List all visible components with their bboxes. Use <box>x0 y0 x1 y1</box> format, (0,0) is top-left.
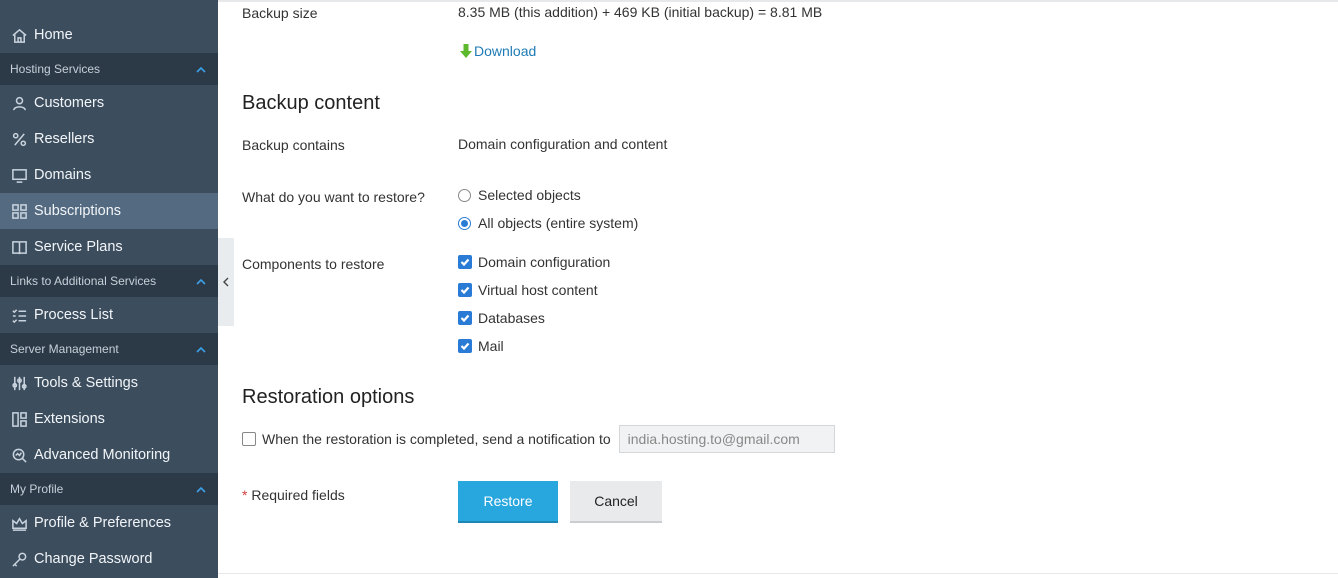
sidebar-item-label: Advanced Monitoring <box>34 447 171 463</box>
sidebar-item-label: Profile & Preferences <box>34 515 172 531</box>
sidebar-item-label: Subscriptions <box>34 203 122 219</box>
components-label: Components to restore <box>242 256 385 272</box>
sidebar-item-change-password[interactable]: Change Password <box>0 541 218 577</box>
group-label: My Profile <box>10 482 64 496</box>
backup-contains-label: Backup contains <box>242 137 345 153</box>
notify-email-field[interactable] <box>618 425 835 453</box>
required-fields-note: * Required fields <box>242 487 345 503</box>
sidebar-item-tools-settings[interactable]: Tools & Settings <box>0 365 218 401</box>
checkbox-virtual-host-content[interactable]: Virtual host content <box>458 282 598 298</box>
checkbox-mail[interactable]: Mail <box>458 338 504 354</box>
checkbox-domain-configuration[interactable]: Domain configuration <box>458 254 610 270</box>
percent-icon <box>10 130 28 148</box>
sidebar-item-customers[interactable]: Customers <box>0 85 218 121</box>
sidebar-item-home[interactable]: Home <box>0 17 218 53</box>
sidebar-group-hosting-services[interactable]: Hosting Services <box>0 53 218 85</box>
radio-button[interactable] <box>458 216 471 230</box>
backup-size-value: 8.35 MB (this addition) + 469 KB (initia… <box>458 4 823 20</box>
checkbox-label: Databases <box>478 310 545 326</box>
notify-label: When the restoration is completed, send … <box>262 431 611 447</box>
sidebar-item-service-plans[interactable]: Service Plans <box>0 229 218 265</box>
restoration-options-heading: Restoration options <box>242 386 415 408</box>
bottom-divider <box>218 573 1338 574</box>
chevron-up-icon <box>196 484 206 494</box>
sidebar-group-my-profile[interactable]: My Profile <box>0 473 218 505</box>
checkmark-icon <box>460 286 470 295</box>
sidebar-item-domains[interactable]: Domains <box>0 157 218 193</box>
grid-icon <box>10 202 28 220</box>
backup-size-label: Backup size <box>242 5 318 21</box>
checkmark-icon <box>460 342 470 351</box>
radio-label: Selected objects <box>478 187 581 203</box>
required-text: Required fields <box>247 487 345 503</box>
restore-question-label: What do you want to restore? <box>242 189 425 205</box>
extensions-icon <box>10 410 28 428</box>
sidebar-top-spacer <box>0 0 218 17</box>
download-arrow-icon <box>460 44 472 58</box>
sidebar-collapse-handle[interactable] <box>218 238 234 326</box>
checkbox-label: Virtual host content <box>478 282 598 298</box>
cancel-button[interactable]: Cancel <box>570 481 662 521</box>
book-icon <box>10 238 28 256</box>
crown-icon <box>10 514 28 532</box>
sidebar-item-label: Change Password <box>34 551 153 567</box>
sidebar: Home Hosting Services Customers Reseller… <box>0 0 218 578</box>
sidebar-group-server-management[interactable]: Server Management <box>0 333 218 365</box>
download-label: Download <box>474 43 537 59</box>
checkbox[interactable] <box>458 255 472 269</box>
sliders-icon <box>10 374 28 392</box>
sidebar-item-label: Domains <box>34 167 92 183</box>
sidebar-item-label: Tools & Settings <box>34 375 138 391</box>
sidebar-item-profile-preferences[interactable]: Profile & Preferences <box>0 505 218 541</box>
checkbox[interactable] <box>458 311 472 325</box>
top-divider <box>218 0 1338 2</box>
sidebar-item-extensions[interactable]: Extensions <box>0 401 218 437</box>
sidebar-item-label: Service Plans <box>34 239 123 255</box>
checklist-icon <box>10 306 28 324</box>
key-icon <box>10 550 28 568</box>
download-link[interactable]: Download <box>458 43 536 59</box>
monitoring-search-icon <box>10 446 28 464</box>
restore-button[interactable]: Restore <box>458 481 558 521</box>
checkbox-label: Mail <box>478 338 504 354</box>
sidebar-item-label: Process List <box>34 307 113 323</box>
radio-label: All objects (entire system) <box>478 215 639 231</box>
notify-checkbox[interactable] <box>242 432 256 446</box>
sidebar-item-label: Home <box>34 27 73 43</box>
chevron-up-icon <box>196 344 206 354</box>
chevron-up-icon <box>196 276 206 286</box>
backup-content-heading: Backup content <box>242 92 380 114</box>
group-label: Links to Additional Services <box>10 274 157 288</box>
chevron-up-icon <box>196 64 206 74</box>
sidebar-group-links[interactable]: Links to Additional Services <box>0 265 218 297</box>
sidebar-item-advanced-monitoring[interactable]: Advanced Monitoring <box>0 437 218 473</box>
radio-selected-objects[interactable]: Selected objects <box>458 187 581 203</box>
sidebar-item-resellers[interactable]: Resellers <box>0 121 218 157</box>
chevron-left-icon <box>223 277 229 287</box>
monitor-icon <box>10 166 28 184</box>
user-icon <box>10 94 28 112</box>
checkbox[interactable] <box>458 283 472 297</box>
backup-contains-value: Domain configuration and content <box>458 136 668 152</box>
sidebar-item-label: Customers <box>34 95 105 111</box>
group-label: Hosting Services <box>10 62 101 76</box>
notification-row: When the restoration is completed, send … <box>242 425 835 453</box>
checkbox[interactable] <box>458 339 472 353</box>
sidebar-item-label: Extensions <box>34 411 105 427</box>
radio-button[interactable] <box>458 188 471 202</box>
checkmark-icon <box>460 258 470 267</box>
sidebar-item-label: Resellers <box>34 131 95 147</box>
group-label: Server Management <box>10 342 119 356</box>
checkmark-icon <box>460 314 470 323</box>
sidebar-item-subscriptions[interactable]: Subscriptions <box>0 193 218 229</box>
checkbox-label: Domain configuration <box>478 254 611 270</box>
home-icon <box>10 26 28 44</box>
checkbox-databases[interactable]: Databases <box>458 310 545 326</box>
radio-all-objects[interactable]: All objects (entire system) <box>458 215 638 231</box>
sidebar-item-process-list[interactable]: Process List <box>0 297 218 333</box>
